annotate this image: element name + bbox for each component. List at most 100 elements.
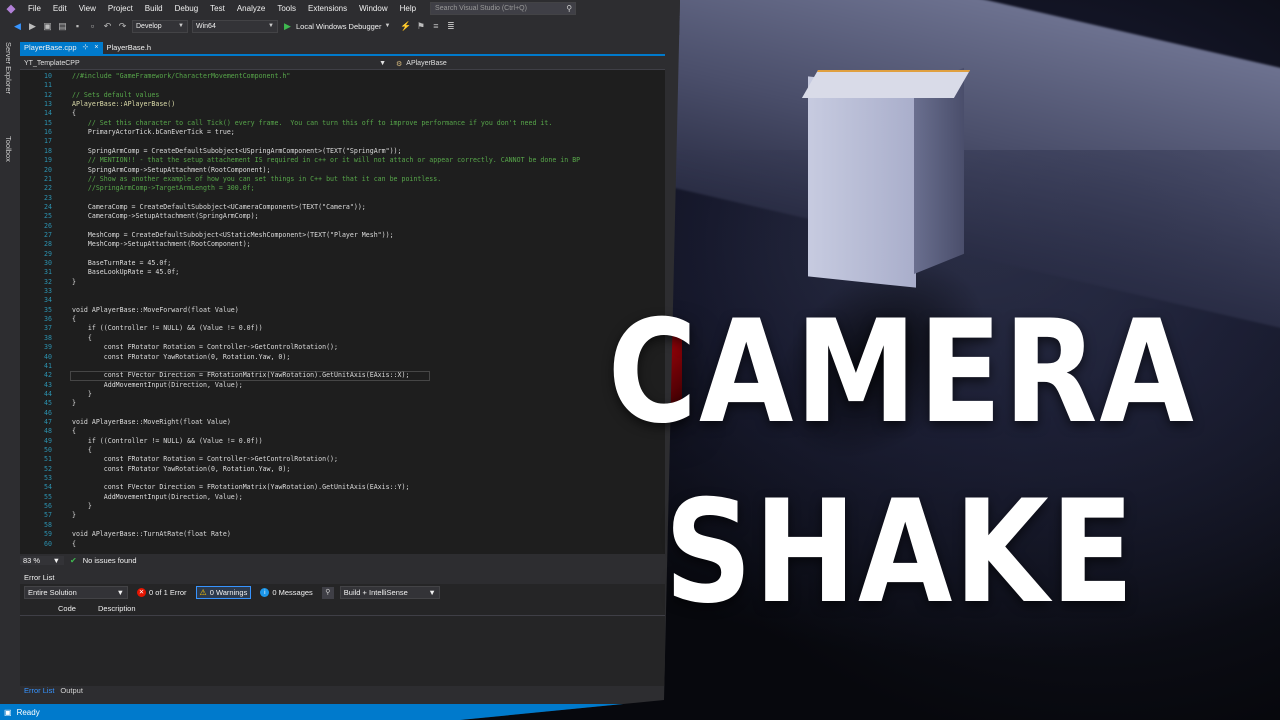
menu-project[interactable]: Project (102, 4, 139, 13)
messages-toggle[interactable]: i 0 Messages (257, 586, 315, 599)
hot-reload-icon[interactable]: ⚡ (400, 21, 411, 32)
scope-filter-dropdown[interactable]: Entire Solution ▼ (24, 586, 128, 599)
code-line[interactable]: 31 BaseLookUpRate = 45.0f; (20, 268, 665, 277)
code-line[interactable]: 59 void APlayerBase::TurnAtRate(float Rat… (20, 530, 665, 539)
menu-debug[interactable]: Debug (169, 4, 205, 13)
issues-status[interactable]: No issues found (83, 556, 137, 565)
pin-icon[interactable]: ⊹ (83, 42, 89, 54)
code-line[interactable]: 33 (20, 287, 665, 296)
toolbox-tab[interactable]: Toolbox (4, 136, 13, 162)
save-icon[interactable]: ▪ (72, 21, 83, 31)
zoom-dropdown[interactable]: 83 % ▼ (20, 556, 64, 565)
code-line[interactable]: 38 { (20, 334, 665, 343)
menu-help[interactable]: Help (394, 4, 422, 13)
menu-file[interactable]: File (22, 4, 47, 13)
configuration-dropdown[interactable]: Develop ▼ (132, 19, 188, 33)
search-input[interactable]: Search Visual Studio (Ctrl+Q) ⚲ (430, 1, 577, 15)
code-line[interactable]: 53 (20, 474, 665, 483)
new-project-icon[interactable]: ▣ (42, 21, 53, 32)
code-line[interactable]: 54 const FVector Direction = FRotationMa… (20, 483, 665, 492)
code-line[interactable]: 49 if ((Controller != NULL) && (Value !=… (20, 437, 665, 446)
code-line[interactable]: 32} (20, 278, 665, 287)
menu-test[interactable]: Test (204, 4, 231, 13)
column-description[interactable]: Description (98, 604, 136, 615)
warnings-toggle[interactable]: ⚠ 0 Warnings (195, 586, 252, 599)
code-line[interactable]: 26 (20, 222, 665, 231)
menu-window[interactable]: Window (353, 4, 393, 13)
code-line[interactable]: 50 { (20, 446, 665, 455)
code-line[interactable]: 29 (20, 250, 665, 259)
code-line[interactable]: 58 (20, 521, 665, 530)
code-line[interactable]: 22 //SpringArmComp->TargetArmLength = 30… (20, 184, 665, 193)
code-line[interactable]: 44 } (20, 390, 665, 399)
start-debugger-button[interactable]: ▶ Local Windows Debugger ▼ (282, 21, 390, 32)
forward-icon[interactable]: ▶ (27, 21, 38, 32)
code-line[interactable]: 43 AddMovementInput(Direction, Value); (20, 381, 665, 390)
code-line[interactable]: 11 (20, 81, 665, 90)
code-line[interactable]: 40 const FRotator YawRotation(0, Rotatio… (20, 353, 665, 362)
code-line[interactable]: 17 (20, 137, 665, 146)
menu-analyze[interactable]: Analyze (231, 4, 271, 13)
code-line[interactable]: 23 (20, 194, 665, 203)
source-filter-dropdown[interactable]: Build + IntelliSense ▼ (339, 586, 440, 599)
open-file-icon[interactable]: ▤ (57, 21, 68, 32)
platform-dropdown[interactable]: Win64 ▼ (192, 19, 278, 33)
uncomment-icon[interactable]: ≣ (445, 21, 456, 32)
code-line[interactable]: 47 void APlayerBase::MoveRight(float Valu… (20, 418, 665, 427)
code-line[interactable]: 57} (20, 511, 665, 520)
code-line[interactable]: 28 MeshComp->SetupAttachment(RootCompone… (20, 240, 665, 249)
code-editor[interactable]: 10 //#include "GameFramework/CharacterMov… (20, 70, 665, 554)
code-line[interactable]: 14 { (20, 109, 665, 118)
errors-toggle[interactable]: ✕ 0 of 1 Error (134, 586, 190, 599)
code-line[interactable]: 15 // Set this character to call Tick() … (20, 119, 665, 128)
code-line[interactable]: 37 if ((Controller != NULL) && (Value !=… (20, 324, 665, 333)
code-line[interactable]: 20 SpringArmComp->SetupAttachment(RootCo… (20, 166, 665, 175)
comment-icon[interactable]: ≡ (430, 21, 441, 31)
close-icon[interactable]: × (94, 42, 98, 54)
column-code[interactable]: Code (58, 604, 88, 615)
menu-tools[interactable]: Tools (271, 4, 302, 13)
code-line[interactable]: 35 void APlayerBase::MoveForward(float Va… (20, 306, 665, 315)
code-line[interactable]: 34 (20, 296, 665, 305)
tab-error-list[interactable]: Error List (24, 686, 54, 698)
code-line[interactable]: 51 const FRotator Rotation = Controller-… (20, 455, 665, 464)
redo-icon[interactable]: ↷ (117, 21, 128, 32)
code-line[interactable]: 19 // MENTION!! - that the setup attache… (20, 156, 665, 165)
project-dropdown[interactable]: YT_TemplateCPP ▼ (20, 60, 390, 67)
code-line[interactable]: 21 // Show as another example of how you… (20, 175, 665, 184)
undo-icon[interactable]: ↶ (102, 21, 113, 32)
code-line[interactable]: 42 const FVector Direction = FRotationMa… (20, 371, 665, 381)
code-line[interactable]: 16 PrimaryActorTick.bCanEverTick = true; (20, 128, 665, 137)
back-icon[interactable]: ◀ (12, 21, 23, 32)
code-line[interactable]: 52 const FRotator YawRotation(0, Rotatio… (20, 465, 665, 474)
code-line[interactable]: 60 { (20, 540, 665, 549)
code-line[interactable]: 36 { (20, 315, 665, 324)
code-line[interactable]: 10 //#include "GameFramework/CharacterMov… (20, 72, 665, 81)
bookmark-icon[interactable]: ⚑ (415, 21, 426, 32)
server-explorer-tab[interactable]: Server Explorer (4, 42, 13, 94)
tab-output[interactable]: Output (60, 686, 83, 698)
code-line[interactable]: 30 BaseTurnRate = 45.0f; (20, 259, 665, 268)
code-line[interactable]: 13 APlayerBase::APlayerBase() (20, 100, 665, 109)
code-line[interactable]: 12 // Sets default values (20, 91, 665, 100)
code-line[interactable]: 24 CameraComp = CreateDefaultSubobject<U… (20, 203, 665, 212)
code-line[interactable]: 39 const FRotator Rotation = Controller-… (20, 343, 665, 352)
save-all-icon[interactable]: ▫ (87, 21, 98, 31)
tab-playerbase-h[interactable]: PlayerBase.h (103, 42, 156, 54)
filter-icon[interactable]: ⚲ (321, 586, 334, 599)
code-line[interactable]: 46 (20, 409, 665, 418)
code-line[interactable]: 55 AddMovementInput(Direction, Value); (20, 493, 665, 502)
menu-build[interactable]: Build (139, 4, 169, 13)
code-line[interactable]: 41 (20, 362, 665, 371)
menu-edit[interactable]: Edit (47, 4, 73, 13)
visual-studio-logo-icon[interactable]: ◆ (0, 0, 22, 16)
code-line[interactable]: 25 CameraComp->SetupAttachment(SpringArm… (20, 212, 665, 221)
code-line[interactable]: 56 } (20, 502, 665, 511)
code-line[interactable]: 45} (20, 399, 665, 408)
code-line[interactable]: 48 { (20, 427, 665, 436)
code-line[interactable]: 18 SpringArmComp = CreateDefaultSubobjec… (20, 147, 665, 156)
menu-view[interactable]: View (73, 4, 102, 13)
code-line[interactable]: 27 MeshComp = CreateDefaultSubobject<USt… (20, 231, 665, 240)
scope-dropdown[interactable]: ⚙ APlayerBase (390, 60, 447, 68)
menu-extensions[interactable]: Extensions (302, 4, 353, 13)
